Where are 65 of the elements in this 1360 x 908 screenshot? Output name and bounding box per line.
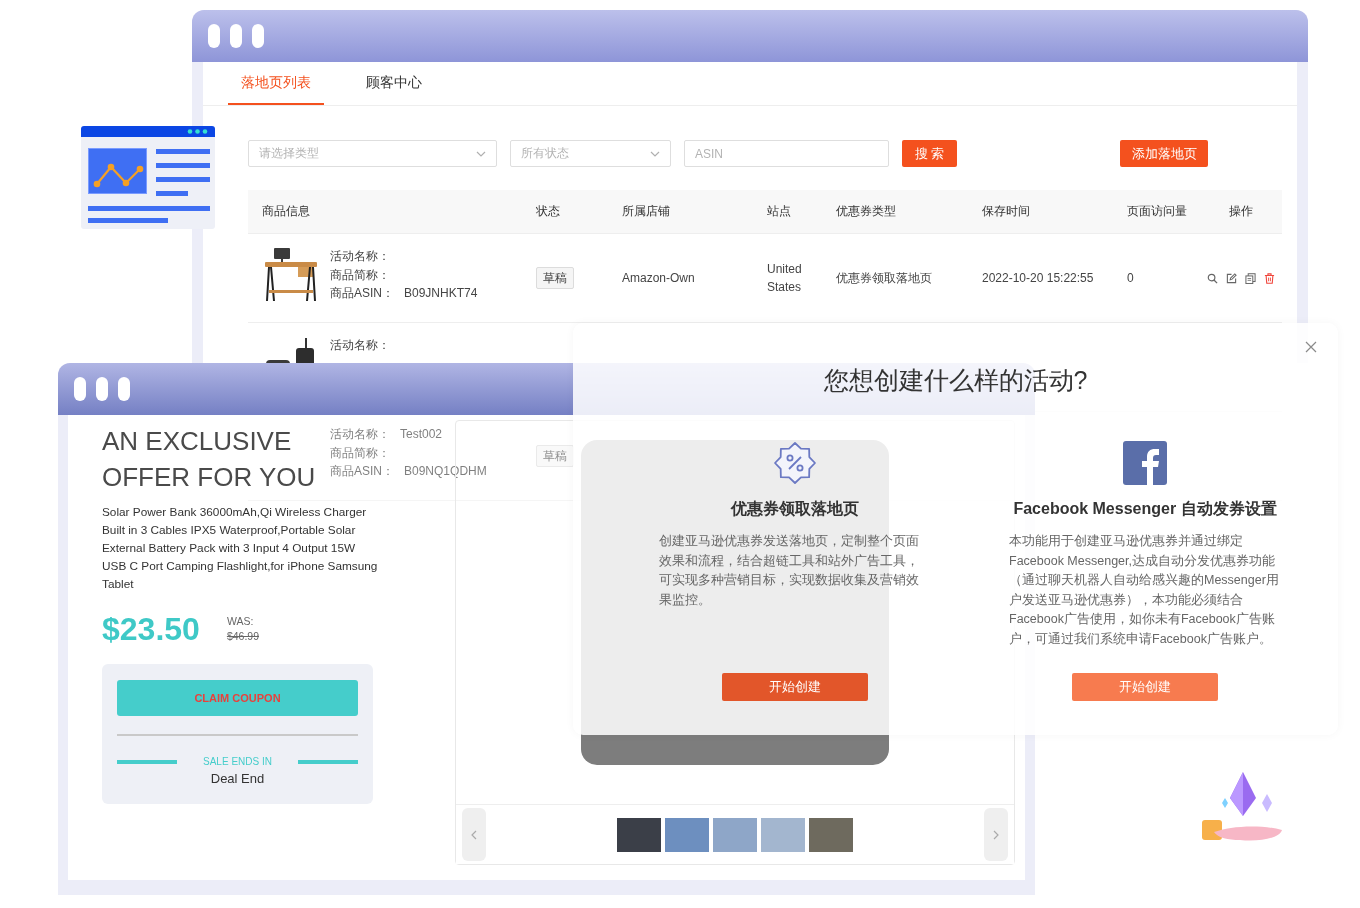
type-select[interactable]: 请选择类型	[248, 140, 497, 167]
close-icon[interactable]	[1305, 341, 1317, 353]
field-label: 商品ASIN：	[330, 285, 394, 302]
chevron-right-icon	[993, 829, 999, 840]
product-description: Solar Power Bank 36000mAh,Qi Wireless Charger Built in 3 Cables IPX5 Waterproof,Portable Solar External Battery Pack with 3 Input 4 Output 15W USB C Port Camping Flashlight,for iPhone Samsung Tablet	[102, 504, 379, 593]
field-label: 活动名称：	[330, 248, 390, 265]
original-price: $46.99	[226, 629, 259, 644]
option-description: 本功能用于创建亚马逊优惠券并通过绑定Facebook Messenger,达成自动分发优惠券功能（通过聊天机器人自动给感兴趣的Messenger用户发送亚马逊优惠券），本功能必须结合Facebook广告使用，如你未有Facebook广告账户，可通过我们系统申请Facebook广告账户。	[1009, 533, 1280, 648]
option-title: Facebook Messenger 自动发券设置	[1013, 499, 1277, 519]
status-tag: 草稿	[536, 267, 574, 289]
field-label: 商品简称：	[330, 266, 390, 284]
claim-coupon-button[interactable]: CLAIM COUPON	[117, 680, 358, 716]
table-cell-text: Amazon-Own	[622, 270, 695, 287]
asin-value: B09JNHKT74	[404, 285, 478, 302]
chevron-down-icon	[476, 150, 486, 157]
field-label: 商品ASIN：	[330, 463, 394, 480]
column-header: 状态	[536, 203, 560, 220]
table-cell-text: United States	[767, 261, 803, 296]
table-cell-text: 0	[1127, 270, 1134, 287]
copy-icon[interactable]	[1245, 272, 1256, 284]
thumbnail-photo[interactable]	[713, 817, 757, 852]
chevron-left-icon	[471, 829, 477, 840]
was-label: WAS:	[226, 614, 254, 629]
search-icon[interactable]	[1207, 272, 1218, 284]
chevron-down-icon	[650, 150, 660, 157]
asin-value: B09NQ1QDHM	[404, 463, 487, 480]
status-tag: 草稿	[536, 445, 574, 467]
thumbnail-photo[interactable]	[665, 817, 709, 852]
start-create-button[interactable]: 开始创建	[1072, 673, 1218, 701]
browser-chart-icon	[81, 126, 215, 229]
sale-price: $23.50	[102, 610, 200, 648]
facebook-logo-icon	[1123, 441, 1167, 485]
column-header: 保存时间	[982, 203, 1030, 220]
column-header: 操作	[1229, 203, 1253, 220]
search-button[interactable]: 搜 索	[902, 140, 957, 167]
option-title: 优惠券领取落地页	[731, 499, 859, 519]
promo-heading: AN EXCLUSIVE OFFER FOR YOU	[102, 425, 317, 494]
sale-ends-label: SALE ENDS IN	[202, 756, 273, 767]
column-header: 所属店铺	[622, 203, 670, 220]
status-select[interactable]: 所有状态	[510, 140, 671, 167]
table-cell-text: 2022-10-20 15:22:55	[982, 270, 1094, 287]
start-create-button[interactable]: 开始创建	[722, 673, 868, 701]
thumbnail-photo[interactable]	[761, 817, 805, 852]
column-header: 页面访问量	[1127, 203, 1187, 220]
dialog-title: 您想创建什么样的活动?	[823, 365, 1088, 395]
desk-icon	[262, 247, 320, 302]
option-description: 创建亚马逊优惠券发送落地页，定制整个页面效果和流程，结合超链工具和站外广告工具，可实现多种营销目标，实现数据收集及营销效果监控。	[659, 533, 920, 609]
tab[interactable]: 落地页列表	[228, 62, 324, 105]
asin-field[interactable]: ASIN	[684, 140, 889, 167]
column-header: 站点	[767, 203, 791, 220]
field-label: 商品简称：	[330, 444, 390, 462]
column-header: 优惠券类型	[836, 203, 896, 220]
tab[interactable]: 顾客中心	[353, 62, 435, 105]
delete-icon[interactable]	[1264, 272, 1275, 284]
deal-status: Deal End	[209, 771, 266, 786]
field-label: 活动名称：	[330, 426, 390, 443]
thumbnail-photo[interactable]	[617, 817, 661, 852]
add-landing-page-button[interactable]: 添加落地页	[1120, 140, 1208, 167]
activity-name-value: Test002	[400, 426, 443, 443]
thumbnail-photo[interactable]	[809, 817, 853, 852]
table-cell-text: 优惠券领取落地页	[836, 270, 932, 287]
column-header: 商品信息	[262, 203, 310, 220]
discount-badge-icon	[773, 441, 817, 485]
edit-icon[interactable]	[1226, 272, 1237, 284]
field-label: 活动名称：	[330, 337, 390, 354]
